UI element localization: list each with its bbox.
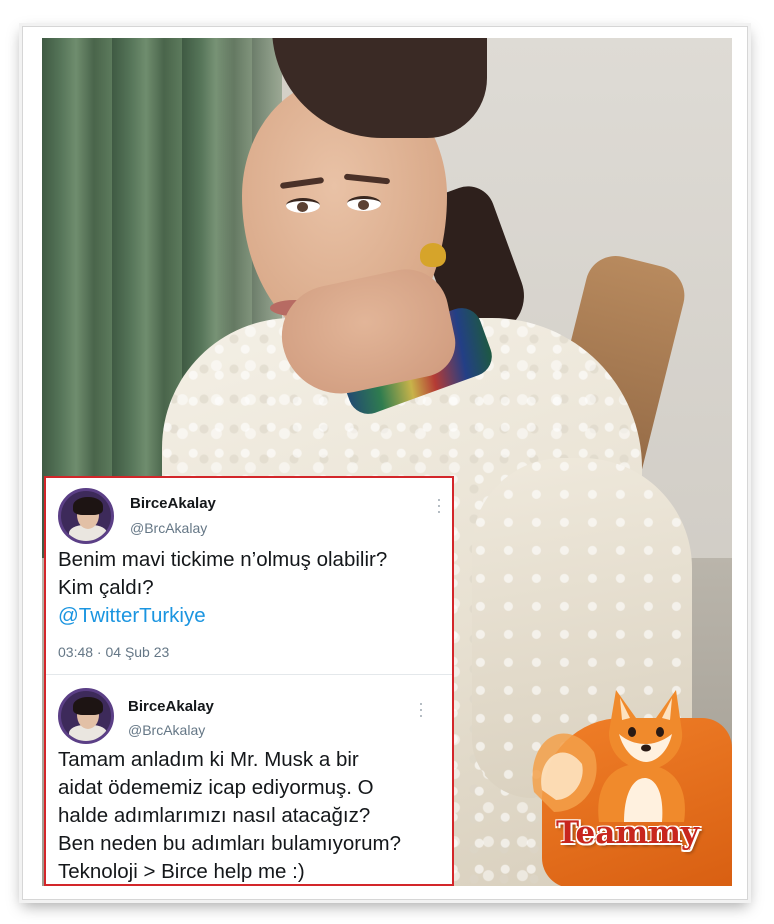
eye-right <box>347 196 381 211</box>
display-name[interactable]: BirceAkalay <box>130 495 216 512</box>
avatar[interactable] <box>58 688 114 744</box>
display-name[interactable]: BirceAkalay <box>128 698 214 715</box>
tweet-timestamp[interactable]: 03:48 · 04 Şub 23 <box>58 644 169 660</box>
earring <box>420 243 446 267</box>
tweet-text: Tamam anladım ki Mr. Musk a bir aidat öd… <box>58 748 402 883</box>
watermark-text: Teammy <box>556 815 699 851</box>
tweet-divider <box>46 674 452 675</box>
tweet-text: Benim mavi tickime n’olmuş olabilir? Kim… <box>58 546 452 630</box>
avatar[interactable] <box>58 488 114 544</box>
more-options-icon[interactable]: · · · <box>418 694 424 724</box>
mention-link[interactable]: @TwitterTurkiye <box>58 602 452 630</box>
more-options-icon[interactable]: · · · <box>436 490 442 520</box>
user-handle[interactable]: @BrcAkalay <box>128 722 205 738</box>
user-handle[interactable]: @BrcAkalay <box>130 520 207 536</box>
eye-left <box>286 198 320 213</box>
tweet-screenshot-card: BirceAkalay @BrcAkalay · · · Benim mavi ti… <box>44 476 454 886</box>
